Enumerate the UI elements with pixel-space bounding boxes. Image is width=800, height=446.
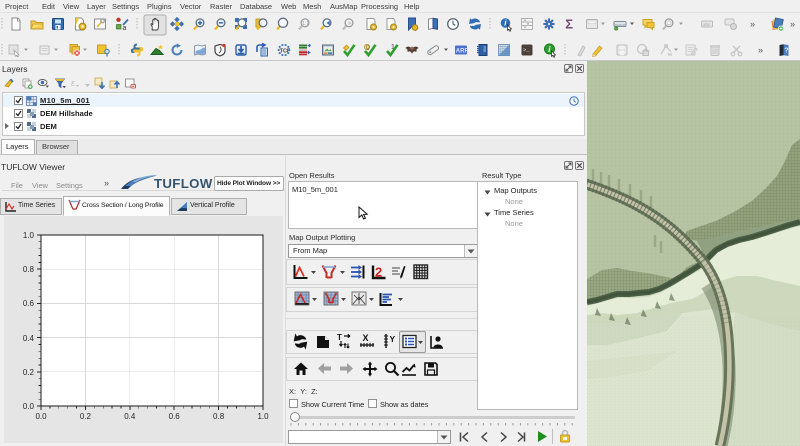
svg-text:>_: >_	[523, 47, 530, 54]
svg-text:»: »	[750, 19, 755, 29]
svg-text:ε: ε	[71, 78, 76, 88]
svg-text:ARR: ARR	[456, 49, 470, 55]
svg-text:?: ?	[784, 48, 788, 55]
svg-text:Σ: Σ	[565, 17, 573, 32]
svg-text:1:1: 1:1	[302, 21, 309, 27]
svg-text:abc: abc	[703, 22, 711, 27]
svg-text:a: a	[123, 25, 127, 32]
svg-text:»: »	[790, 19, 795, 29]
svg-text:»: »	[758, 45, 763, 55]
svg-text:Q: Q	[366, 45, 370, 51]
